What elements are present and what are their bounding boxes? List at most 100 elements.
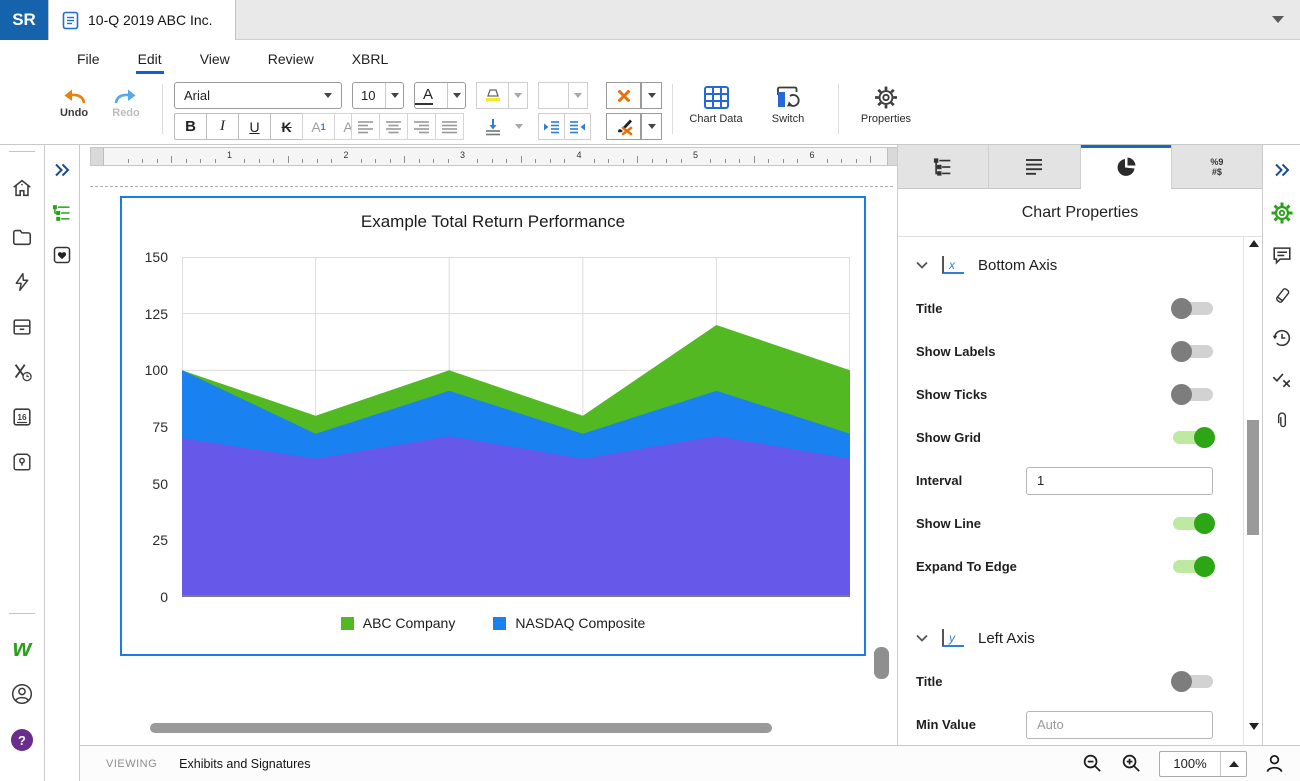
app-logo[interactable]: SR xyxy=(0,0,48,40)
formula-history-button[interactable] xyxy=(11,361,34,383)
interval-input[interactable] xyxy=(1026,466,1213,495)
label-button[interactable] xyxy=(1272,286,1292,306)
section-bottom-axis[interactable]: x Bottom Axis xyxy=(916,247,1213,283)
expand-panel-button[interactable] xyxy=(53,163,71,177)
align-center-icon xyxy=(386,120,401,133)
clear-formatting-button[interactable] xyxy=(606,82,662,109)
document-tab[interactable]: 10-Q 2019 ABC Inc. xyxy=(48,0,236,40)
tab-number-format[interactable]: %9 #$ xyxy=(1171,145,1262,189)
svg-text:16: 16 xyxy=(17,413,27,422)
title-toggle[interactable] xyxy=(1171,298,1213,319)
property-row-bottom-axis-expand-to-edge: Expand To Edge xyxy=(916,545,1215,588)
align-justify-icon xyxy=(442,120,457,133)
switch-button[interactable]: Switch xyxy=(752,85,824,125)
property-row-bottom-axis-show-labels: Show Labels xyxy=(916,330,1213,373)
vertical-scrollbar-thumb[interactable] xyxy=(874,647,889,679)
comment-bubble-icon xyxy=(1272,247,1291,265)
calendar-button[interactable]: 16 xyxy=(11,406,34,428)
align-justify-button[interactable] xyxy=(435,113,464,140)
redo-button[interactable]: Redo xyxy=(104,85,148,119)
menu-edit[interactable]: Edit xyxy=(135,40,164,77)
show-labels-toggle[interactable] xyxy=(1171,341,1213,362)
selected-chart[interactable]: Example Total Return Performance 150 125 1… xyxy=(120,196,866,656)
format-superscript-button[interactable]: A1 xyxy=(302,113,335,140)
show-line-toggle[interactable] xyxy=(1173,513,1215,534)
zoom-out-icon[interactable] xyxy=(1081,752,1104,775)
show-ticks-toggle[interactable] xyxy=(1171,384,1213,405)
tab-styles[interactable] xyxy=(898,145,990,189)
format-b-button[interactable]: B xyxy=(174,113,207,140)
activity-button[interactable] xyxy=(12,271,33,293)
zoom-in-icon[interactable] xyxy=(1120,752,1143,775)
chevron-down-icon xyxy=(916,261,928,269)
collapse-panel-button[interactable] xyxy=(1273,163,1291,177)
comments-button[interactable] xyxy=(1271,244,1293,266)
folder-icon xyxy=(12,229,32,246)
history-button[interactable] xyxy=(1271,327,1293,349)
archive-icon xyxy=(13,319,31,335)
tab-text-properties[interactable] xyxy=(989,145,1081,189)
paragraph-lines-icon xyxy=(1026,158,1043,175)
min-value-input[interactable] xyxy=(1026,710,1213,739)
expand-to-edge-toggle[interactable] xyxy=(1173,556,1215,577)
legend-item-abc-company: ABC Company xyxy=(340,615,455,631)
help-button[interactable]: ? xyxy=(11,729,33,751)
font-family-select[interactable]: Arial xyxy=(174,82,342,109)
files-button[interactable] xyxy=(11,226,34,248)
tab-chart-properties[interactable] xyxy=(1080,145,1172,189)
line-spacing-button[interactable] xyxy=(476,113,528,140)
clear-direct-formatting-button[interactable] xyxy=(606,113,662,140)
indent-icon xyxy=(570,120,585,133)
switch-icon xyxy=(776,86,800,107)
track-changes-button[interactable] xyxy=(1271,368,1293,390)
user-icon[interactable] xyxy=(1263,752,1286,775)
chevron-down-icon xyxy=(452,93,461,98)
menu-review[interactable]: Review xyxy=(268,40,314,77)
properties-panel-button[interactable] xyxy=(1270,201,1294,225)
collapse-toolbar-icon[interactable] xyxy=(1272,16,1284,23)
align-center-button[interactable] xyxy=(379,113,408,140)
panel-scrollbar[interactable] xyxy=(1246,240,1261,730)
horizontal-scrollbar-thumb[interactable] xyxy=(150,723,772,733)
section-left-axis[interactable]: y Left Axis xyxy=(916,620,1213,656)
outdent-button[interactable] xyxy=(538,113,565,140)
line-spacing-icon xyxy=(485,118,500,135)
workiva-logo[interactable]: w xyxy=(13,635,32,663)
zoom-level-select[interactable]: 100% xyxy=(1159,750,1247,777)
archive-button[interactable] xyxy=(11,316,34,338)
align-right-button[interactable] xyxy=(407,113,436,140)
format-k-button[interactable]: K xyxy=(270,113,303,140)
show-grid-toggle[interactable] xyxy=(1173,427,1215,448)
title-toggle[interactable] xyxy=(1171,671,1213,692)
account-button[interactable] xyxy=(10,682,34,706)
redo-icon xyxy=(114,89,136,104)
scroll-up-arrow[interactable] xyxy=(1249,240,1259,247)
menu-file[interactable]: File xyxy=(77,40,100,77)
document-outline-icon xyxy=(52,205,70,221)
home-button[interactable] xyxy=(11,177,34,199)
font-color-button[interactable]: A xyxy=(414,82,466,109)
chart-data-button[interactable]: Chart Data xyxy=(676,85,756,125)
favorites-button[interactable] xyxy=(52,245,73,265)
axis-x-icon: x xyxy=(942,256,964,274)
properties-button[interactable]: Properties xyxy=(846,85,926,125)
panel-scrollbar-thumb[interactable] xyxy=(1247,420,1259,535)
format-u-button[interactable]: U xyxy=(238,113,271,140)
attachments-button[interactable] xyxy=(1272,410,1292,432)
home-icon xyxy=(13,179,31,197)
menu-view[interactable]: View xyxy=(200,40,230,77)
outline-button[interactable] xyxy=(52,203,73,223)
highlight-button[interactable] xyxy=(476,82,528,109)
undo-button[interactable]: Undo xyxy=(52,85,96,119)
check-x-icon xyxy=(1272,373,1290,388)
align-left-button[interactable] xyxy=(351,113,380,140)
font-size-select[interactable]: 10 xyxy=(352,82,404,109)
format-i-button[interactable]: I xyxy=(206,113,239,140)
scroll-down-arrow[interactable] xyxy=(1249,723,1259,730)
menu-xbrl[interactable]: XBRL xyxy=(352,40,389,77)
chevron-down-icon xyxy=(514,124,523,129)
indent-button[interactable] xyxy=(564,113,591,140)
style-select[interactable] xyxy=(538,82,588,109)
ideas-button[interactable] xyxy=(11,451,34,473)
align-right-icon xyxy=(414,120,429,133)
